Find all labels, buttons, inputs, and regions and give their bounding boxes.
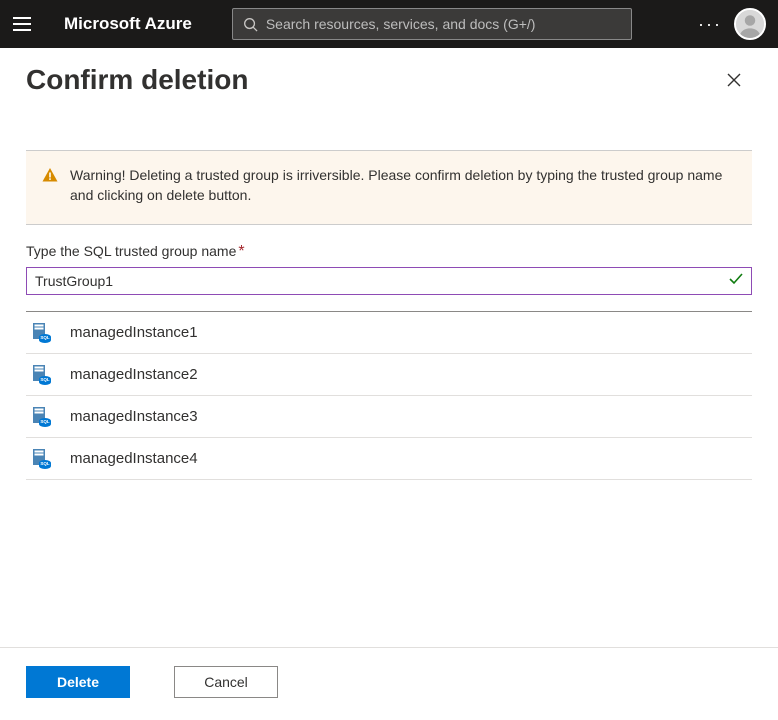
warning-banner: Warning! Deleting a trusted group is irr…: [26, 150, 752, 225]
checkmark-icon: [728, 270, 744, 291]
brand-label: Microsoft Azure: [64, 14, 192, 34]
trusted-group-name-input[interactable]: [26, 267, 752, 295]
cancel-button[interactable]: Cancel: [174, 666, 278, 698]
svg-text:SQL: SQL: [40, 461, 50, 466]
top-nav-bar: Microsoft Azure ···: [0, 0, 778, 48]
dialog-content: Warning! Deleting a trusted group is irr…: [0, 150, 778, 480]
field-label: Type the SQL trusted group name: [26, 243, 236, 259]
close-icon: [727, 73, 741, 87]
instance-name: managedInstance1: [70, 324, 198, 341]
warning-text: Warning! Deleting a trusted group is irr…: [70, 165, 736, 206]
account-avatar[interactable]: [734, 8, 766, 40]
close-button[interactable]: [718, 64, 750, 96]
hamburger-icon: [13, 17, 31, 31]
sql-instance-icon: SQL: [30, 447, 54, 469]
sql-instance-icon: SQL: [30, 321, 54, 343]
search-icon: [243, 17, 258, 32]
search-input[interactable]: [266, 16, 621, 32]
required-indicator: *: [238, 243, 244, 260]
svg-text:SQL: SQL: [40, 377, 50, 382]
hamburger-menu-button[interactable]: [8, 10, 36, 38]
list-item: SQL managedInstance4: [26, 438, 752, 480]
instance-name: managedInstance3: [70, 408, 198, 425]
list-item: SQL managedInstance3: [26, 396, 752, 438]
warning-icon: [42, 167, 58, 206]
instance-name: managedInstance4: [70, 450, 198, 467]
instance-name: managedInstance2: [70, 366, 198, 383]
svg-text:SQL: SQL: [40, 335, 50, 340]
instance-list: SQL managedInstance1 SQL managedInstance…: [26, 311, 752, 480]
avatar-icon: [736, 10, 764, 38]
list-item: SQL managedInstance2: [26, 354, 752, 396]
more-actions-button[interactable]: ···: [698, 14, 722, 35]
delete-button[interactable]: Delete: [26, 666, 130, 698]
global-search[interactable]: [232, 8, 632, 40]
page-title: Confirm deletion: [26, 64, 248, 96]
dialog-footer: Delete Cancel: [0, 647, 778, 720]
page-header: Confirm deletion: [0, 48, 778, 96]
svg-text:SQL: SQL: [40, 419, 50, 424]
sql-instance-icon: SQL: [30, 363, 54, 385]
list-item: SQL managedInstance1: [26, 312, 752, 354]
sql-instance-icon: SQL: [30, 405, 54, 427]
confirm-name-field: Type the SQL trusted group name*: [26, 243, 752, 295]
